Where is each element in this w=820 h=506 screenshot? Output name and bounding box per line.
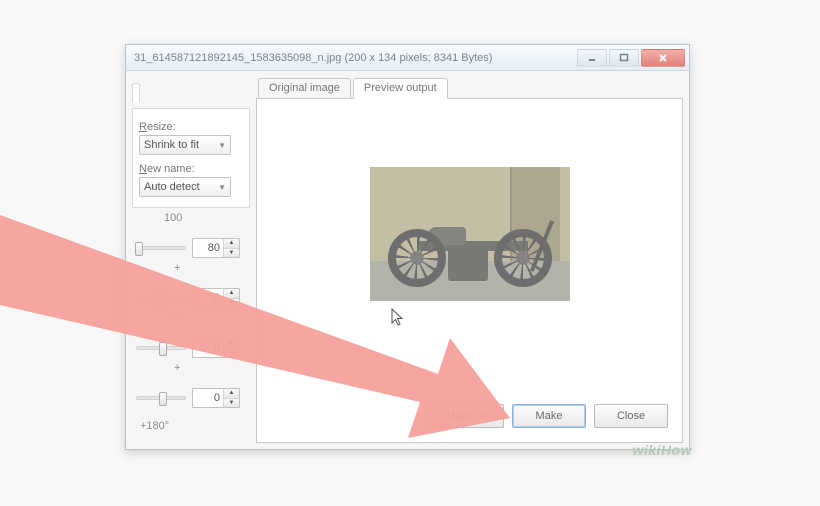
slider-thumb[interactable] — [135, 242, 143, 256]
spin-down-icon[interactable]: ▼ — [224, 399, 239, 408]
spinner-2-input[interactable] — [193, 289, 223, 307]
resize-label: Resize: — [139, 121, 243, 133]
plus-2: + — [174, 312, 250, 324]
rotation-label: +180° — [140, 420, 250, 432]
newname-value: Auto detect — [144, 181, 200, 193]
motorcycle-icon — [388, 229, 446, 287]
titlebar[interactable]: 31_614587121892145_1583635098_n.jpg (200… — [126, 45, 689, 71]
newname-label: New name: — [139, 163, 243, 175]
spinner-3-input[interactable] — [193, 339, 223, 357]
maximize-button[interactable] — [609, 49, 639, 67]
chevron-down-icon: ▼ — [218, 141, 226, 150]
spin-up-icon[interactable]: ▲ — [224, 339, 239, 349]
spin-up-icon[interactable]: ▲ — [224, 289, 239, 299]
newname-combo[interactable]: Auto detect ▼ — [139, 177, 231, 197]
slider-2[interactable] — [136, 296, 186, 300]
spin-down-icon[interactable]: ▼ — [224, 249, 239, 258]
slider-thumb[interactable] — [159, 292, 167, 306]
spinner-1-input[interactable] — [193, 239, 223, 257]
close-icon — [658, 53, 668, 63]
tab-original-image[interactable]: Original image — [258, 78, 351, 99]
button-row: Make All Make Close — [430, 404, 668, 428]
options-panel: Resize: Shrink to fit ▼ New name: Auto d… — [132, 77, 250, 443]
minimize-button[interactable] — [577, 49, 607, 67]
slider-row-1: ▲▼ — [136, 238, 250, 258]
chevron-down-icon: ▼ — [218, 183, 226, 192]
cursor-icon — [390, 307, 406, 327]
spin-down-icon[interactable]: ▼ — [224, 299, 239, 308]
spinner-2[interactable]: ▲▼ — [192, 288, 240, 308]
plus-3: + — [174, 362, 250, 374]
motorcycle-icon — [494, 229, 552, 287]
content-area: Resize: Shrink to fit ▼ New name: Auto d… — [126, 71, 689, 449]
tab-body: Make All Make Close — [256, 98, 683, 443]
spinner-1[interactable]: ▲▼ — [192, 238, 240, 258]
slider-1[interactable] — [136, 246, 186, 250]
window-buttons — [577, 49, 685, 67]
slider-4[interactable] — [136, 396, 186, 400]
preview-image — [370, 167, 570, 301]
window-close-button[interactable] — [641, 49, 685, 67]
slider-row-2: ▲▼ — [136, 288, 250, 308]
tabs-area: Original image Preview output — [256, 77, 683, 443]
tab-stub[interactable] — [132, 83, 140, 103]
watermark: wikiHow — [632, 442, 692, 458]
slider-row-4: ▲▼ — [136, 388, 250, 408]
spin-up-icon[interactable]: ▲ — [224, 239, 239, 249]
spin-up-icon[interactable]: ▲ — [224, 389, 239, 399]
tab-preview-output[interactable]: Preview output — [353, 78, 448, 99]
window-title: 31_614587121892145_1583635098_n.jpg (200… — [134, 52, 577, 64]
slider-thumb[interactable] — [159, 392, 167, 406]
spinner-3[interactable]: ▲▼ — [192, 338, 240, 358]
close-button[interactable]: Close — [594, 404, 668, 428]
spinner-4[interactable]: ▲▼ — [192, 388, 240, 408]
maximize-icon — [619, 53, 629, 63]
dialog-window: 31_614587121892145_1583635098_n.jpg (200… — [125, 44, 690, 450]
header-100: 100 — [164, 212, 250, 224]
slider-thumb[interactable] — [159, 342, 167, 356]
resize-combo[interactable]: Shrink to fit ▼ — [139, 135, 231, 155]
resize-value: Shrink to fit — [144, 139, 199, 151]
minimize-icon — [587, 53, 597, 63]
spin-down-icon[interactable]: ▼ — [224, 349, 239, 358]
spinner-4-input[interactable] — [193, 389, 223, 407]
slider-3[interactable] — [136, 346, 186, 350]
preview-area — [370, 167, 570, 327]
slider-row-3: ▲▼ — [136, 338, 250, 358]
plus-1: + — [174, 262, 250, 274]
tab-strip: Original image Preview output — [256, 77, 683, 98]
make-all-button[interactable]: Make All — [430, 404, 504, 428]
make-button[interactable]: Make — [512, 404, 586, 428]
